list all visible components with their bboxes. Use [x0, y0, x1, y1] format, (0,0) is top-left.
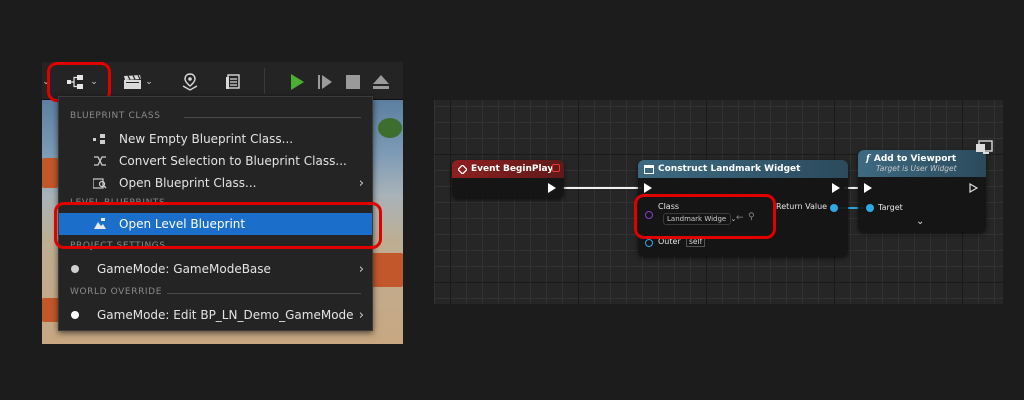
- clapperboard-icon: [124, 74, 142, 89]
- exec-in-pin[interactable]: [864, 183, 872, 193]
- platforms-icon: [182, 73, 198, 91]
- build-icon: [226, 74, 240, 89]
- chevron-down-icon: ⌄: [145, 77, 153, 87]
- section-header-world-override: WORLD OVERRIDE: [70, 287, 162, 297]
- eject-button[interactable]: [370, 72, 392, 92]
- skip-icon: [318, 75, 332, 89]
- exec-out-pin[interactable]: [548, 183, 556, 193]
- play-icon: [291, 74, 304, 90]
- viewport-object: [372, 253, 403, 287]
- node-title: Event BeginPlay: [471, 164, 554, 174]
- chevron-down-icon[interactable]: ⌄: [916, 216, 924, 227]
- node-subtitle: Target is User Widget: [876, 164, 957, 173]
- menu-item-gamemode-project[interactable]: GameMode: GameModeBase ›: [59, 258, 372, 280]
- exec-out-pin[interactable]: [832, 183, 840, 193]
- exec-in-pin[interactable]: [644, 183, 652, 193]
- menu-item-new-empty-blueprint[interactable]: New Empty Blueprint Class...: [59, 128, 372, 150]
- node-header: f Add to Viewport Target is User Widget: [858, 150, 986, 177]
- chevron-right-icon: ›: [358, 261, 364, 277]
- menu-item-label: Open Blueprint Class...: [119, 176, 257, 190]
- blueprint-class-icon: [93, 133, 113, 145]
- stop-icon: [346, 75, 360, 89]
- node-title: Construct Landmark Widget: [658, 164, 801, 174]
- menu-item-open-blueprint-class[interactable]: Open Blueprint Class... ›: [59, 172, 372, 194]
- exec-wire: [562, 187, 642, 189]
- menu-item-label: Convert Selection to Blueprint Class...: [119, 154, 347, 168]
- monitor-icon: [976, 140, 993, 154]
- menu-item-gamemode-world[interactable]: GameMode: Edit BP_LN_Demo_GameMode ›: [59, 304, 372, 326]
- folder-search-icon: [93, 177, 113, 189]
- return-value-pin[interactable]: [830, 204, 838, 212]
- outer-pin[interactable]: [645, 239, 653, 247]
- section-header-blueprint-class: BLUEPRINT CLASS: [70, 111, 161, 121]
- section-divider: [167, 293, 361, 294]
- dot-icon: [71, 265, 91, 273]
- toolbar-divider: [264, 68, 265, 94]
- node-title: Add to Viewport: [873, 154, 957, 164]
- target-pin[interactable]: [866, 204, 874, 212]
- dot-icon: [71, 311, 91, 319]
- build-button[interactable]: [223, 72, 245, 92]
- event-beginplay-node[interactable]: Event BeginPlay: [452, 160, 564, 198]
- node-header: Construct Landmark Widget: [638, 160, 848, 178]
- return-value-label: Return Value: [776, 202, 828, 211]
- editor-panel: ⌄ ⌄ ⌄ BLUEPRINT CLASS New Empty Blueprin…: [42, 62, 403, 344]
- stop-button[interactable]: [342, 72, 364, 92]
- platforms-button[interactable]: [179, 72, 201, 92]
- blueprint-graph[interactable]: Event BeginPlay Construct Landmark Widge…: [434, 100, 1003, 304]
- node-header: Event BeginPlay: [452, 160, 564, 178]
- play-button[interactable]: [286, 72, 308, 92]
- delegate-pin-icon[interactable]: [552, 164, 560, 172]
- eject-icon: [373, 75, 389, 89]
- construct-icon: [644, 164, 654, 174]
- viewport-object: [378, 118, 402, 138]
- highlight-outline: [54, 202, 382, 249]
- menu-item-label: GameMode: GameModeBase: [97, 262, 271, 276]
- viewport-object: [42, 158, 58, 188]
- exec-out-pin-icon: [969, 183, 979, 193]
- chevron-right-icon: ›: [358, 307, 364, 323]
- menu-item-label: New Empty Blueprint Class...: [119, 132, 294, 146]
- convert-icon: [93, 155, 113, 167]
- menu-item-convert-selection[interactable]: Convert Selection to Blueprint Class...: [59, 150, 372, 172]
- skip-button[interactable]: [314, 72, 336, 92]
- menu-item-label: GameMode: Edit BP_LN_Demo_GameMode: [97, 308, 354, 322]
- event-icon: [458, 164, 467, 174]
- section-divider: [184, 117, 361, 118]
- cinematics-dropdown-button[interactable]: ⌄: [120, 72, 156, 92]
- highlight-outline: [634, 194, 776, 239]
- chevron-right-icon: ›: [358, 175, 364, 191]
- target-pin-label: Target: [878, 203, 903, 212]
- add-to-viewport-node[interactable]: f Add to Viewport Target is User Widget …: [858, 150, 986, 232]
- function-icon: f: [866, 154, 870, 164]
